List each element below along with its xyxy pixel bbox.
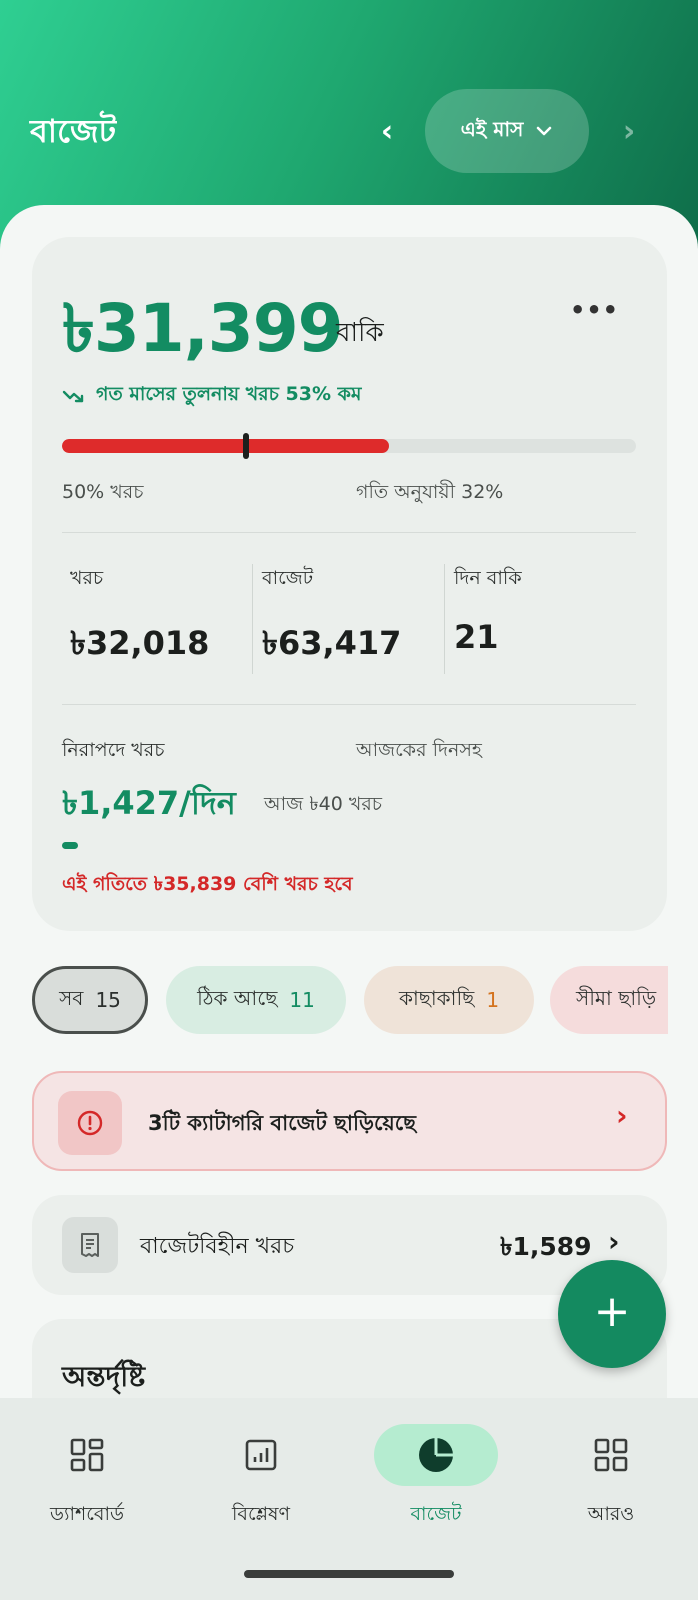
home-indicator	[244, 1570, 454, 1578]
stat-spent: খরচ ৳32,018	[70, 564, 209, 672]
nav-label: বিশ্লেষণ	[231, 1503, 290, 1525]
pace-marker	[242, 433, 249, 459]
filter-chip-all[interactable]: সব 15	[32, 966, 148, 1034]
stat-label: দিন বাকি	[454, 567, 522, 589]
alert-icon-box	[58, 1091, 122, 1155]
today-spend-bar	[62, 842, 78, 849]
stat-divider	[444, 564, 445, 674]
budget-progress-fill	[62, 439, 390, 453]
budget-progress-bar	[62, 439, 636, 453]
nav-icon-wrap	[199, 1424, 323, 1486]
today-spent-label: আজ ৳40 খরচ	[264, 793, 383, 815]
nav-icon-wrap	[374, 1424, 498, 1486]
pace-percent-label: গতি অনুযায়ী 32%	[356, 481, 504, 503]
filter-chip-ok[interactable]: ঠিক আছে 11	[166, 966, 346, 1034]
chevron-left-icon[interactable]: ‹	[372, 112, 402, 152]
nav-item-analytics[interactable]: বিশ্লেষণ	[174, 1424, 348, 1532]
insights-title: অন্তর্দৃষ্টি	[62, 1360, 146, 1393]
unbudgeted-amount: ৳1,589	[500, 1232, 592, 1261]
trend-down-icon	[62, 390, 84, 403]
nav-item-dashboard[interactable]: ড্যাশবোর্ড	[0, 1424, 174, 1532]
nav-icon-wrap	[25, 1424, 149, 1486]
chevron-down-icon	[537, 126, 552, 136]
safe-spend-label: নিরাপদে খরচ	[62, 739, 165, 761]
nav-item-more[interactable]: আরও	[524, 1424, 698, 1532]
stat-budget: বাজেট ৳63,417	[262, 564, 401, 672]
receipt-icon	[81, 1233, 99, 1257]
overspend-warning: এই গতিতে ৳35,839 বেশি খরচ হবে	[62, 873, 353, 895]
more-options-icon[interactable]: •••	[570, 296, 619, 324]
alert-text: 3টি ক্যাটাগরি বাজেট ছাড়িয়েছে	[148, 1111, 416, 1135]
chip-count: 11	[289, 988, 315, 1012]
filter-chips: সব 15 ঠিক আছে 11 কাছাকাছি 1 সীমা ছাড়ি	[30, 964, 668, 1036]
chip-label: সীমা ছাড়ি	[576, 985, 657, 1010]
remaining-label: বাকি	[336, 318, 384, 348]
analytics-icon	[245, 1439, 277, 1471]
nav-icon-wrap	[549, 1424, 673, 1486]
divider	[62, 704, 636, 705]
page-title: বাজেট	[30, 112, 117, 150]
period-label: এই মাস	[460, 116, 524, 141]
unbudgeted-label: বাজেটবিহীন খরচ	[140, 1234, 295, 1259]
alert-circle-icon	[77, 1110, 103, 1136]
budget-pie-icon	[419, 1438, 453, 1472]
today-included-label: আজকের দিনসহ	[356, 739, 482, 761]
chip-count: 1	[486, 988, 500, 1012]
trend-text: গত মাসের তুলনায় খরচ 53% কম	[96, 383, 362, 405]
more-grid-icon	[594, 1438, 628, 1472]
stat-value: ৳63,417	[262, 624, 402, 662]
chevron-right-icon: ›	[608, 1225, 620, 1258]
chevron-right-icon[interactable]: ›	[614, 112, 644, 152]
divider	[62, 532, 636, 533]
add-button[interactable]: +	[558, 1260, 666, 1368]
period-selector[interactable]: এই মাস	[425, 89, 589, 173]
daily-safe-amount: ৳1,427/দিন	[62, 784, 236, 822]
nav-label: আরও	[587, 1503, 635, 1525]
nav-item-budget[interactable]: বাজেট	[349, 1424, 523, 1532]
chip-label: সব	[59, 985, 84, 1010]
stat-label: খরচ	[70, 567, 104, 589]
stat-value: 21	[454, 618, 499, 656]
stat-divider	[252, 564, 253, 674]
remaining-amount: ৳31,399	[62, 290, 344, 367]
filter-chip-over-limit[interactable]: সীমা ছাড়ি	[550, 966, 668, 1034]
nav-label: বাজেট	[410, 1503, 462, 1525]
receipt-icon-box	[62, 1217, 118, 1273]
stat-value: ৳32,018	[70, 624, 210, 662]
chip-label: কাছাকাছি	[398, 985, 475, 1010]
stat-days-left: দিন বাকি 21	[454, 564, 522, 656]
nav-label: ড্যাশবোর্ড	[50, 1503, 124, 1525]
trend-row: গত মাসের তুলনায় খরচ 53% কম	[62, 380, 361, 412]
chip-count: 15	[95, 988, 121, 1012]
over-budget-alert[interactable]: 3টি ক্যাটাগরি বাজেট ছাড়িয়েছে ›	[32, 1071, 667, 1171]
filter-chip-near-limit[interactable]: কাছাকাছি 1	[364, 966, 534, 1034]
dashboard-icon	[70, 1438, 104, 1472]
spent-percent-label: 50% খরচ	[62, 481, 144, 503]
chevron-right-icon: ›	[616, 1099, 628, 1132]
chip-label: ঠিক আছে	[197, 985, 278, 1010]
stat-label: বাজেট	[262, 567, 314, 589]
